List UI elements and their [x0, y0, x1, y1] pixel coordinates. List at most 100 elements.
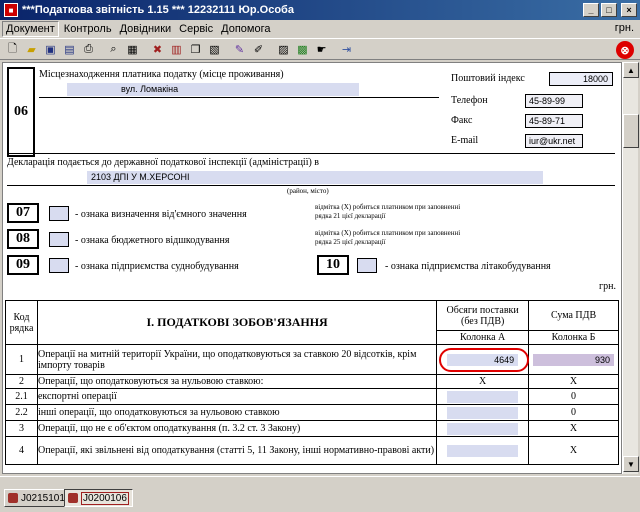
menu-help[interactable]: Допомога: [218, 22, 273, 36]
menu-control[interactable]: Контроль: [61, 22, 115, 36]
print-icon[interactable]: ⎙: [80, 41, 97, 58]
check-icon[interactable]: ✎: [231, 41, 248, 58]
flag-08-note: відмітка (Х) робиться платником при запо…: [315, 229, 461, 246]
row-a-cell: [436, 404, 530, 421]
document-icon: [8, 493, 18, 503]
copy-icon[interactable]: ❐: [187, 41, 204, 58]
fax-field[interactable]: 45-89-71: [525, 114, 583, 128]
status-bar: J0215101* J0200106: [0, 476, 640, 512]
edit-icon[interactable]: ✐: [250, 41, 267, 58]
fax-label: Факс: [451, 115, 473, 126]
table-row: 4 Операції, які звільнені від оподаткува…: [5, 436, 619, 465]
flag-10-checkbox[interactable]: [357, 258, 377, 273]
row-code: 4: [5, 436, 38, 465]
address-label: Місцезнаходження платника податку (місце…: [39, 69, 284, 80]
row-a-input[interactable]: [447, 406, 519, 419]
export-icon[interactable]: ⇥: [338, 41, 355, 58]
close-button[interactable]: ×: [621, 3, 637, 17]
row-code: 1: [5, 344, 38, 375]
row-a-input[interactable]: [447, 422, 519, 435]
street-field[interactable]: вул. Ломакіна: [67, 83, 359, 96]
menu-service[interactable]: Сервіс: [176, 22, 216, 36]
new-icon[interactable]: 🗋: [4, 41, 21, 58]
menu-directories[interactable]: Довідники: [117, 22, 175, 36]
flag-09-checkbox[interactable]: [49, 258, 69, 273]
header-vat: Сума ПДВ: [528, 300, 619, 331]
row-code: 2: [5, 374, 38, 389]
declaration-label: Декларація подається до державної податк…: [7, 157, 320, 168]
doc-tab-1[interactable]: J0215101*: [4, 489, 73, 507]
minimize-button[interactable]: _: [583, 3, 599, 17]
email-field[interactable]: iur@ukr.net: [525, 134, 583, 148]
phone-field[interactable]: 45-89-99: [525, 94, 583, 108]
menu-bar: Документ Контроль Довідники Сервіс Допом…: [0, 20, 640, 38]
row-b-cell: 930: [528, 344, 619, 375]
row-text: Операції, що оподатковуються за нульовою…: [36, 374, 438, 389]
flag-09-number: 09: [7, 255, 39, 275]
books-icon[interactable]: ▥: [168, 41, 185, 58]
exit-icon[interactable]: ⊗: [616, 41, 634, 59]
row-b-value: X: [528, 420, 619, 437]
doc-tab-2[interactable]: J0200106: [64, 489, 133, 507]
open-icon[interactable]: ▰: [23, 41, 40, 58]
menu-document[interactable]: Документ: [2, 21, 59, 37]
postal-label: Поштовий індекс: [451, 73, 525, 84]
section-06-number: 06: [7, 67, 35, 157]
flag-09-label: - ознака підприємства суднобудування: [75, 261, 239, 272]
flag-08-label: - ознака бюджетного відшкодування: [75, 235, 230, 246]
flag-07-number: 07: [7, 203, 39, 223]
form-icon[interactable]: ▩: [294, 41, 311, 58]
highlight-oval: [439, 348, 529, 372]
row-a-cell: [436, 388, 530, 405]
postal-field[interactable]: 18000: [549, 72, 613, 86]
flag-10-number: 10: [317, 255, 349, 275]
flag-07-checkbox[interactable]: [49, 206, 69, 221]
save-all-icon[interactable]: ▤: [61, 41, 78, 58]
row-a-input[interactable]: [447, 444, 519, 457]
row-code: 3: [5, 420, 38, 437]
row-b-value: 0: [528, 404, 619, 421]
row-text: експортні операції: [36, 388, 438, 405]
header-title: I. ПОДАТКОВІ ЗОБОВ'ЯЗАННЯ: [36, 300, 438, 345]
doc-tab-1-label: J0215101*: [21, 492, 69, 504]
title-bar: ■ ***Податкова звітність 1.15 *** 122321…: [0, 0, 640, 20]
maximize-button[interactable]: □: [601, 3, 617, 17]
row-b-input[interactable]: 930: [533, 353, 614, 366]
row-a-value: X: [436, 374, 530, 389]
row-code: 2.2: [5, 404, 38, 421]
row-a-cell: [436, 420, 530, 437]
print-preview-icon[interactable]: ⌕: [105, 41, 122, 58]
flag-08-number: 08: [7, 229, 39, 249]
flag-08-checkbox[interactable]: [49, 232, 69, 247]
row-a-input[interactable]: [447, 390, 519, 403]
inspection-field[interactable]: 2103 ДПІ У М.ХЕРСОНІ: [87, 171, 543, 184]
app-window: ■ ***Податкова звітність 1.15 *** 122321…: [0, 0, 640, 512]
flag-07-note: відмітка (Х) робиться платником при запо…: [315, 203, 461, 220]
delete-icon[interactable]: ✖: [149, 41, 166, 58]
window-title: ***Податкова звітність 1.15 *** 12232111…: [22, 4, 294, 16]
row-b-value: X: [528, 436, 619, 465]
table-row: 2.1 експортні операції 0: [5, 388, 619, 405]
header-column-a: Колонка А: [436, 330, 530, 345]
paste-icon[interactable]: ▧: [206, 41, 223, 58]
doc-tab-2-label: J0200106: [81, 491, 129, 505]
save-icon[interactable]: ▣: [42, 41, 59, 58]
table-row: 3 Операції, що не є об'єктом оподаткуван…: [5, 420, 619, 437]
email-label: E-mail: [451, 135, 479, 146]
lookup-icon[interactable]: ☛: [313, 41, 330, 58]
scroll-down-icon[interactable]: ▼: [623, 456, 639, 472]
row-a-cell: [436, 436, 530, 465]
header-volume: Обсяги поставки (без ПДВ): [436, 300, 530, 331]
scroll-thumb[interactable]: [623, 114, 639, 148]
tax-table: Код рядка I. ПОДАТКОВІ ЗОБОВ'ЯЗАННЯ Обся…: [5, 300, 619, 465]
header-code: Код рядка: [5, 300, 38, 345]
row-text: Операції, що не є об'єктом оподаткування…: [36, 420, 438, 437]
header-column-b: Колонка Б: [528, 330, 619, 345]
app-icon: ■: [4, 3, 18, 17]
flag-10-label: - ознака підприємства літакобудування: [385, 261, 551, 272]
document-area: 06 Місцезнаходження платника податку (мі…: [2, 62, 622, 474]
calc-icon[interactable]: ▨: [275, 41, 292, 58]
report-icon[interactable]: ▦: [124, 41, 141, 58]
vertical-scrollbar[interactable]: ▲ ▼: [622, 62, 639, 474]
scroll-up-icon[interactable]: ▲: [623, 62, 639, 78]
